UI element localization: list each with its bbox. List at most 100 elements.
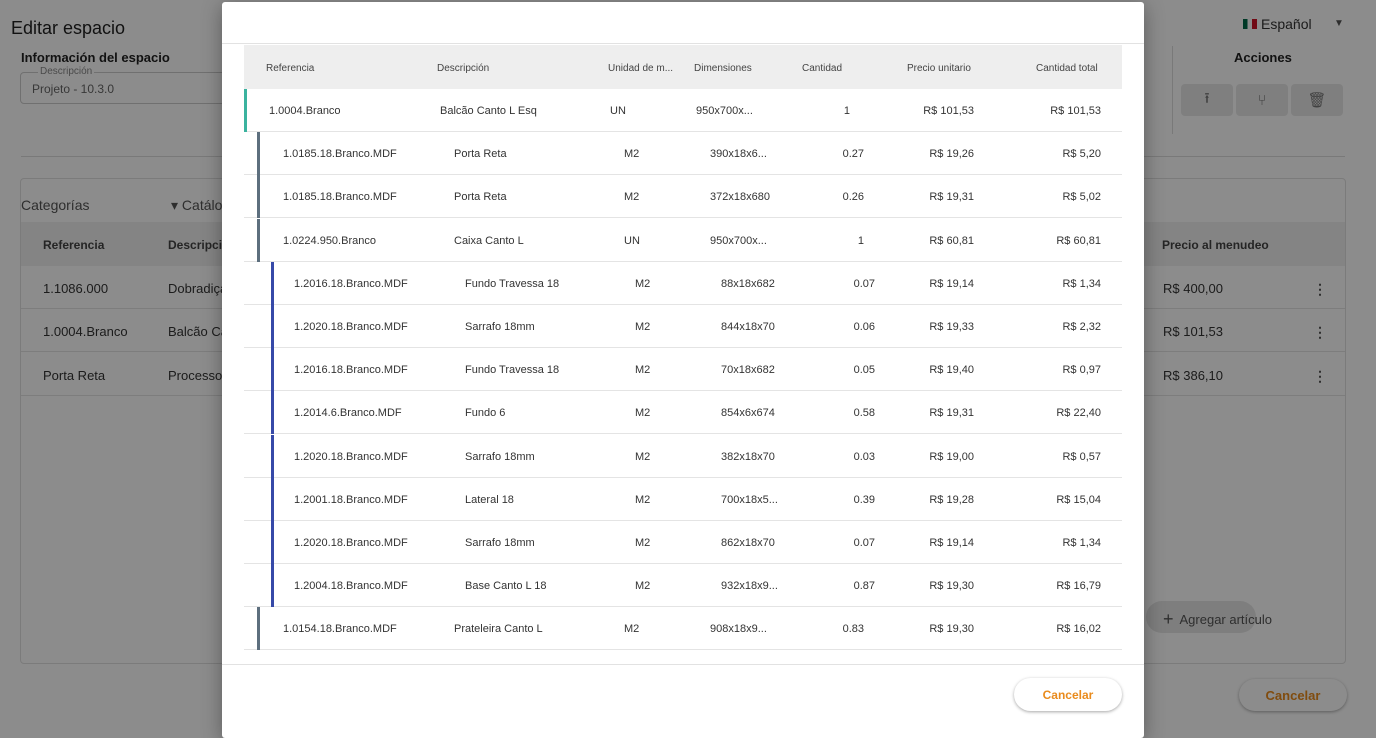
row-unit: M2	[635, 277, 651, 290]
row-quantity: 0.07	[853, 537, 875, 549]
table-row[interactable]: 1.2016.18.Branco.MDF Fundo Travessa 18 M2 7…	[244, 348, 1122, 392]
row-total: R$ 16,02	[1056, 623, 1101, 636]
row-description: Fundo Travessa 18	[465, 277, 560, 290]
row-unit-price: R$ 19,40	[929, 364, 974, 377]
header-unit-price[interactable]: Precio unitario	[907, 63, 971, 74]
divider	[222, 43, 1144, 44]
row-reference: 1.2020.18.Branco.MDF	[294, 321, 408, 333]
row-description: Fundo 6	[465, 407, 506, 420]
row-quantity: 1	[843, 105, 850, 117]
hierarchy-level-bar	[257, 218, 260, 262]
row-unit-price: R$ 19,14	[929, 537, 974, 549]
row-unit: M2	[635, 450, 651, 463]
row-reference: 1.0004.Branco	[269, 105, 341, 117]
row-description: Porta Reta	[454, 191, 507, 204]
hierarchy-level-bar	[271, 305, 274, 348]
row-unit-price: R$ 101,53	[923, 105, 974, 117]
table-row[interactable]: 1.2001.18.Branco.MDF Lateral 18 M2 700x18x5…	[244, 477, 1122, 521]
row-dimensions: 932x18x9...	[721, 580, 778, 593]
hierarchy-level-bar	[271, 261, 274, 305]
row-description: Base Canto L 18	[465, 580, 547, 593]
row-unit-price: R$ 19,33	[929, 321, 974, 333]
divider	[222, 664, 1144, 665]
row-description: Prateleira Canto L	[454, 623, 543, 636]
header-quantity[interactable]: Cantidad	[802, 63, 842, 74]
row-dimensions: 854x6x674	[721, 407, 775, 420]
row-quantity: 0.27	[842, 148, 864, 161]
table-row[interactable]: 1.2014.6.Branco.MDF Fundo 6 M2 854x6x674 0.5…	[244, 391, 1122, 435]
row-dimensions: 844x18x70	[721, 321, 775, 333]
table-row[interactable]: 1.0185.18.Branco.MDF Porta Reta M2 390x18x6…	[244, 132, 1122, 176]
row-unit-price: R$ 19,00	[929, 450, 974, 463]
header-total-quantity[interactable]: Cantidad total	[1036, 63, 1098, 74]
row-reference: 1.0185.18.Branco.MDF	[283, 191, 397, 204]
row-quantity: 1	[857, 234, 864, 247]
row-description: Caixa Canto L	[454, 234, 524, 247]
row-unit: M2	[635, 493, 651, 506]
row-reference: 1.2016.18.Branco.MDF	[294, 364, 408, 377]
row-description: Fundo Travessa 18	[465, 364, 560, 377]
header-dimensions[interactable]: Dimensiones	[694, 63, 752, 74]
row-unit: M2	[635, 537, 651, 549]
row-unit-price: R$ 19,30	[929, 623, 974, 636]
row-quantity: 0.83	[842, 623, 864, 636]
table-row[interactable]: 1.0004.Branco Balcão Canto L Esq UN 950x700…	[244, 89, 1122, 132]
row-dimensions: 700x18x5...	[721, 493, 778, 506]
row-unit-price: R$ 19,30	[929, 580, 974, 593]
row-quantity: 0.06	[853, 321, 875, 333]
row-reference: 1.2001.18.Branco.MDF	[294, 493, 408, 506]
hierarchy-level-bar	[257, 607, 260, 651]
hierarchy-level-bar	[271, 434, 274, 478]
row-reference: 1.2020.18.Branco.MDF	[294, 450, 408, 463]
hierarchy-level-bar	[257, 132, 260, 176]
row-reference: 1.0185.18.Branco.MDF	[283, 148, 397, 161]
row-total: R$ 5,02	[1062, 191, 1101, 204]
header-unit[interactable]: Unidad de m...	[608, 63, 673, 74]
row-description: Lateral 18	[465, 493, 514, 506]
header-description[interactable]: Descripción	[437, 63, 489, 74]
table-row[interactable]: 1.0154.18.Branco.MDF Prateleira Canto L M2…	[244, 607, 1122, 651]
row-unit-price: R$ 19,31	[929, 407, 974, 420]
bom-detail-modal: Referencia Descripción Unidad de m... Di…	[222, 2, 1144, 738]
row-unit: M2	[624, 148, 640, 161]
table-row[interactable]: 1.0224.950.Branco Caixa Canto L UN 950x700x…	[244, 218, 1122, 262]
row-quantity: 0.87	[853, 580, 875, 593]
row-dimensions: 908x18x9...	[710, 623, 767, 636]
row-quantity: 0.39	[853, 493, 875, 506]
row-dimensions: 950x700x...	[696, 105, 753, 117]
row-quantity: 0.07	[853, 277, 875, 290]
row-unit-price: R$ 19,31	[929, 191, 974, 204]
hierarchy-level-bar	[271, 521, 274, 564]
row-total: R$ 5,20	[1062, 148, 1101, 161]
row-reference: 1.0154.18.Branco.MDF	[283, 623, 397, 636]
row-total: R$ 15,04	[1056, 493, 1101, 506]
modal-cancel-button[interactable]: Cancelar	[1014, 678, 1122, 711]
row-unit-price: R$ 19,26	[929, 148, 974, 161]
row-total: R$ 0,97	[1062, 364, 1101, 377]
row-reference: 1.0224.950.Branco	[283, 234, 376, 247]
hierarchy-level-bar	[271, 477, 274, 521]
row-total: R$ 1,34	[1062, 277, 1101, 290]
row-unit: M2	[635, 364, 651, 377]
row-dimensions: 950x700x...	[710, 234, 767, 247]
row-unit: UN	[624, 234, 640, 247]
table-row[interactable]: 1.0185.18.Branco.MDF Porta Reta M2 372x18x6…	[244, 175, 1122, 219]
row-reference: 1.2014.6.Branco.MDF	[294, 407, 402, 420]
row-unit: M2	[635, 321, 651, 333]
row-quantity: 0.26	[842, 191, 864, 204]
table-row[interactable]: 1.2004.18.Branco.MDF Base Canto L 18 M2 932…	[244, 564, 1122, 608]
row-description: Porta Reta	[454, 148, 507, 161]
row-quantity: 0.05	[853, 364, 875, 377]
table-row[interactable]: 1.2016.18.Branco.MDF Fundo Travessa 18 M2 8…	[244, 261, 1122, 305]
row-description: Sarrafo 18mm	[465, 450, 535, 463]
hierarchy-level-bar	[271, 348, 274, 392]
row-description: Balcão Canto L Esq	[440, 105, 537, 117]
table-row[interactable]: 1.2020.18.Branco.MDF Sarrafo 18mm M2 862x18…	[244, 521, 1122, 564]
modal-table-header	[244, 45, 1122, 89]
table-row[interactable]: 1.2020.18.Branco.MDF Sarrafo 18mm M2 844x18…	[244, 305, 1122, 348]
row-total: R$ 60,81	[1056, 234, 1101, 247]
row-unit-price: R$ 60,81	[929, 234, 974, 247]
table-row[interactable]: 1.2020.18.Branco.MDF Sarrafo 18mm M2 382x18…	[244, 434, 1122, 478]
row-total: R$ 2,32	[1062, 321, 1101, 333]
header-reference[interactable]: Referencia	[266, 63, 314, 74]
